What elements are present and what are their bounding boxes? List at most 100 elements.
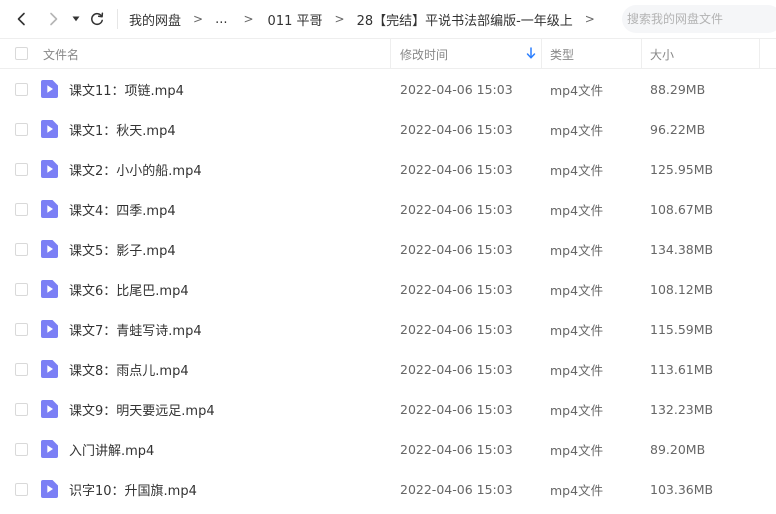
- video-file-icon: [41, 440, 58, 458]
- search-box: [622, 5, 776, 33]
- file-modified-time: 2022-04-06 15:03: [400, 121, 513, 137]
- column-divider: [641, 39, 642, 69]
- refresh-icon[interactable]: [87, 9, 107, 29]
- row-checkbox[interactable]: [15, 403, 28, 416]
- file-type: mp4文件: [550, 442, 604, 458]
- column-divider: [541, 39, 542, 69]
- file-row[interactable]: 课文8：雨点儿.mp4 2022-04-06 15:03 mp4文件 113.61MB: [0, 349, 776, 389]
- file-row[interactable]: 课文6：比尾巴.mp4 2022-04-06 15:03 mp4文件 108.12MB: [0, 269, 776, 309]
- file-row[interactable]: 课文9：明天要远足.mp4 2022-04-06 15:03 mp4文件 132.23…: [0, 389, 776, 429]
- search-input[interactable]: [627, 5, 776, 33]
- file-row[interactable]: 识字10：升国旗.mp4 2022-04-06 15:03 mp4文件 103.36M…: [0, 469, 776, 509]
- file-name[interactable]: 课文5：影子.mp4: [69, 229, 176, 269]
- column-header-type[interactable]: 类型: [550, 39, 574, 69]
- file-list: 课文11：项链.mp4 2022-04-06 15:03 mp4文件 88.29MB 课…: [0, 69, 776, 509]
- file-name[interactable]: 课文9：明天要远足.mp4: [69, 389, 215, 429]
- select-all-checkbox[interactable]: [15, 47, 28, 60]
- file-modified-time: 2022-04-06 15:03: [400, 81, 513, 97]
- file-row[interactable]: 课文11：项链.mp4 2022-04-06 15:03 mp4文件 88.29MB: [0, 69, 776, 109]
- file-size: 134.38MB: [650, 241, 714, 257]
- file-modified-time: 2022-04-06 15:03: [400, 241, 513, 257]
- file-row[interactable]: 课文1：秋天.mp4 2022-04-06 15:03 mp4文件 96.22MB: [0, 109, 776, 149]
- file-size: 103.36MB: [650, 481, 714, 497]
- file-type: mp4文件: [550, 122, 604, 138]
- video-file-icon: [41, 360, 58, 378]
- file-size: 96.22MB: [650, 121, 706, 137]
- file-size: 125.95MB: [650, 161, 714, 177]
- breadcrumb-separator: >: [193, 12, 204, 26]
- file-row[interactable]: 课文2：小小的船.mp4 2022-04-06 15:03 mp4文件 125.95M…: [0, 149, 776, 189]
- file-type: mp4文件: [550, 362, 604, 378]
- column-header-size[interactable]: 大小: [650, 39, 674, 69]
- file-modified-time: 2022-04-06 15:03: [400, 361, 513, 377]
- file-size: 115.59MB: [650, 321, 714, 337]
- file-row[interactable]: 课文7：青蛙写诗.mp4 2022-04-06 15:03 mp4文件 115.59M…: [0, 309, 776, 349]
- breadcrumb-item-ellipsis[interactable]: ...: [215, 12, 227, 27]
- file-name[interactable]: 课文6：比尾巴.mp4: [69, 269, 189, 309]
- file-size: 89.20MB: [650, 441, 706, 457]
- video-file-icon: [41, 160, 58, 178]
- file-type: mp4文件: [550, 242, 604, 258]
- row-checkbox[interactable]: [15, 203, 28, 216]
- breadcrumb-item-folder[interactable]: 011 平哥: [268, 10, 323, 29]
- video-file-icon: [41, 240, 58, 258]
- row-checkbox[interactable]: [15, 163, 28, 176]
- video-file-icon: [41, 400, 58, 418]
- row-checkbox[interactable]: [15, 243, 28, 256]
- file-name[interactable]: 课文2：小小的船.mp4: [69, 149, 202, 189]
- video-file-icon: [41, 480, 58, 498]
- file-name[interactable]: 入门讲解.mp4: [69, 429, 154, 469]
- video-file-icon: [41, 80, 58, 98]
- row-checkbox[interactable]: [15, 363, 28, 376]
- file-size: 108.12MB: [650, 281, 714, 297]
- chevron-left-icon[interactable]: [12, 9, 32, 29]
- column-header-modified[interactable]: 修改时间: [400, 39, 448, 69]
- video-file-icon: [41, 320, 58, 338]
- file-name[interactable]: 识字10：升国旗.mp4: [69, 469, 197, 509]
- breadcrumb-separator: >: [243, 12, 254, 26]
- file-name[interactable]: 课文7：青蛙写诗.mp4: [69, 309, 202, 349]
- file-row[interactable]: 课文4：四季.mp4 2022-04-06 15:03 mp4文件 108.67MB: [0, 189, 776, 229]
- file-size: 108.67MB: [650, 201, 714, 217]
- top-toolbar: 我的网盘 > ... > 011 平哥 > 28【完结】平说书法部编版-一年级上…: [0, 0, 776, 38]
- file-name[interactable]: 课文1：秋天.mp4: [69, 109, 176, 149]
- video-file-icon: [41, 200, 58, 218]
- file-modified-time: 2022-04-06 15:03: [400, 281, 513, 297]
- row-checkbox[interactable]: [15, 323, 28, 336]
- chevron-right-icon[interactable]: [43, 9, 63, 29]
- column-divider: [759, 39, 760, 69]
- breadcrumb-separator: >: [584, 12, 595, 26]
- file-list-header: 文件名 修改时间 类型 大小: [0, 38, 776, 69]
- column-divider: [390, 39, 391, 69]
- row-checkbox[interactable]: [15, 283, 28, 296]
- row-checkbox[interactable]: [15, 123, 28, 136]
- breadcrumb-item-current[interactable]: 28【完结】平说书法部编版-一年级上: [357, 10, 573, 29]
- arrow-down-icon[interactable]: [526, 47, 536, 62]
- file-type: mp4文件: [550, 202, 604, 218]
- file-name[interactable]: 课文4：四季.mp4: [69, 189, 176, 229]
- row-checkbox[interactable]: [15, 83, 28, 96]
- video-file-icon: [41, 120, 58, 138]
- video-file-icon: [41, 280, 58, 298]
- file-size: 132.23MB: [650, 401, 714, 417]
- file-name[interactable]: 课文8：雨点儿.mp4: [69, 349, 189, 389]
- file-name[interactable]: 课文11：项链.mp4: [69, 69, 184, 109]
- file-row[interactable]: 课文5：影子.mp4 2022-04-06 15:03 mp4文件 134.38MB: [0, 229, 776, 269]
- file-type: mp4文件: [550, 282, 604, 298]
- file-type: mp4文件: [550, 162, 604, 178]
- row-checkbox[interactable]: [15, 443, 28, 456]
- caret-down-icon[interactable]: [67, 9, 85, 29]
- file-modified-time: 2022-04-06 15:03: [400, 201, 513, 217]
- file-type: mp4文件: [550, 402, 604, 418]
- column-header-name[interactable]: 文件名: [43, 39, 79, 69]
- breadcrumb-separator: >: [334, 12, 345, 26]
- file-modified-time: 2022-04-06 15:03: [400, 401, 513, 417]
- file-row[interactable]: 入门讲解.mp4 2022-04-06 15:03 mp4文件 89.20MB: [0, 429, 776, 469]
- file-size: 113.61MB: [650, 361, 714, 377]
- row-checkbox[interactable]: [15, 483, 28, 496]
- file-modified-time: 2022-04-06 15:03: [400, 441, 513, 457]
- breadcrumb-item-root[interactable]: 我的网盘: [129, 10, 181, 29]
- file-size: 88.29MB: [650, 81, 706, 97]
- file-modified-time: 2022-04-06 15:03: [400, 161, 513, 177]
- breadcrumb: 我的网盘 > ... > 011 平哥 > 28【完结】平说书法部编版-一年级上…: [129, 0, 607, 38]
